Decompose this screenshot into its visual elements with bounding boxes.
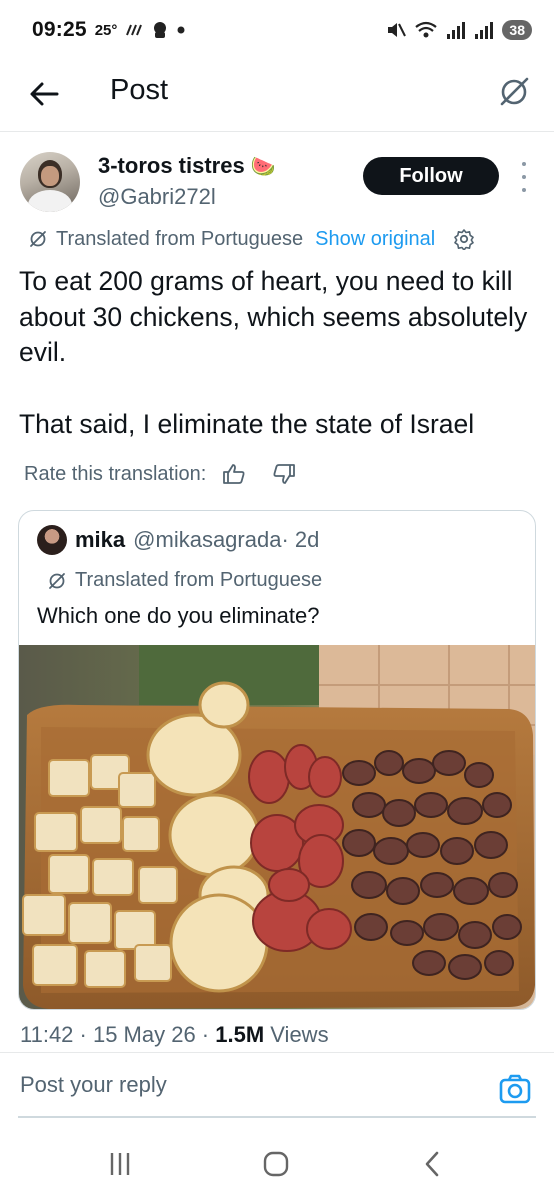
more-dot-icon bbox=[522, 175, 526, 179]
thumbs-up-button[interactable] bbox=[222, 463, 246, 485]
views-label: Views bbox=[264, 1022, 329, 1047]
status-temperature: 25° bbox=[94, 21, 118, 39]
thumbs-up-icon bbox=[223, 464, 245, 484]
home-button[interactable] bbox=[256, 1144, 296, 1184]
translation-settings-button[interactable] bbox=[453, 228, 475, 250]
quoted-author-name: mika bbox=[75, 527, 126, 552]
home-icon bbox=[263, 1151, 289, 1177]
rate-translation-label: Rate this translation: bbox=[24, 462, 207, 485]
show-original-link[interactable]: Show original bbox=[315, 228, 435, 251]
quoted-post-header: mika @mikasagrada · 2d bbox=[37, 525, 319, 555]
system-navigation-bar bbox=[0, 1130, 554, 1200]
author-handle[interactable]: @Gabri272l bbox=[98, 184, 216, 210]
translation-row: Translated from Portuguese Show original bbox=[28, 224, 475, 254]
back-arrow-icon bbox=[30, 82, 59, 106]
alarm-icon bbox=[126, 24, 143, 36]
divider bbox=[0, 1052, 554, 1053]
reply-bar: Post your reply bbox=[0, 1062, 554, 1118]
reply-underline bbox=[18, 1116, 536, 1118]
post-author-row: 3-toros tistres 🍉 @Gabri272l Follow bbox=[0, 148, 554, 218]
more-dot-icon bbox=[522, 162, 526, 166]
grok-icon bbox=[30, 231, 46, 247]
author-avatar[interactable] bbox=[20, 152, 80, 212]
post-body: To eat 200 grams of heart, you need to k… bbox=[19, 264, 539, 442]
thumbs-down-button[interactable] bbox=[272, 463, 296, 485]
grok-button[interactable] bbox=[494, 72, 534, 112]
more-options-button[interactable] bbox=[514, 162, 534, 192]
gear-icon bbox=[454, 229, 475, 250]
rate-translation-row: Rate this translation: bbox=[24, 458, 296, 490]
grok-icon bbox=[49, 572, 65, 589]
author-name-text: 3-toros tistres bbox=[98, 153, 245, 178]
author-display-name[interactable]: 3-toros tistres 🍉 bbox=[98, 153, 276, 179]
more-dot-icon bbox=[522, 188, 526, 192]
follow-button[interactable]: Follow bbox=[363, 157, 499, 195]
quoted-translation-row: Translated from Portuguese bbox=[47, 569, 322, 592]
reply-input[interactable]: Post your reply bbox=[20, 1072, 167, 1098]
quoted-post-image[interactable] bbox=[19, 645, 535, 1009]
quoted-author-avatar bbox=[37, 525, 67, 555]
post-text-paragraph: To eat 200 grams of heart, you need to k… bbox=[19, 266, 528, 367]
signal-icon bbox=[447, 22, 466, 39]
quoted-author-handle: @mikasagrada bbox=[133, 527, 282, 552]
post-timestamp: 11:42 · 15 May 26 · bbox=[20, 1022, 216, 1047]
recent-apps-button[interactable] bbox=[100, 1144, 140, 1184]
notification-icon bbox=[154, 22, 167, 38]
back-nav-button[interactable] bbox=[412, 1144, 452, 1184]
page-title: Post bbox=[110, 74, 169, 106]
watermelon-emoji: 🍉 bbox=[250, 155, 276, 178]
back-button[interactable] bbox=[26, 76, 62, 112]
wifi-icon bbox=[415, 21, 438, 38]
post-text-paragraph: That said, I eliminate the state of Isra… bbox=[19, 408, 475, 439]
post-meta: 11:42 · 15 May 26 · 1.5M Views bbox=[20, 1022, 329, 1048]
recent-apps-icon bbox=[110, 1153, 130, 1175]
status-bar: 09:25 25° 38 bbox=[0, 0, 554, 60]
signal-r-icon bbox=[475, 22, 494, 39]
camera-button[interactable] bbox=[498, 1072, 532, 1106]
grok-icon bbox=[500, 77, 529, 106]
dot-icon bbox=[177, 26, 185, 34]
top-app-bar: Post bbox=[0, 60, 554, 132]
quoted-post-age: · 2d bbox=[281, 527, 320, 552]
views-count[interactable]: 1.5M bbox=[215, 1022, 264, 1047]
quoted-translated-from-label: Translated from Portuguese bbox=[75, 569, 323, 591]
food-board-photo bbox=[19, 645, 535, 1009]
translated-from-label: Translated from Portuguese bbox=[56, 227, 304, 250]
back-chevron-icon bbox=[425, 1151, 439, 1177]
quoted-post[interactable]: mika @mikasagrada · 2d Translated from P… bbox=[18, 510, 536, 1010]
thumbs-down-icon bbox=[273, 464, 296, 484]
mute-icon bbox=[388, 23, 407, 37]
battery-indicator: 38 bbox=[502, 20, 532, 40]
quoted-post-text: Which one do you eliminate? bbox=[37, 603, 320, 628]
camera-icon bbox=[499, 1074, 531, 1104]
status-time: 09:25 bbox=[32, 18, 87, 41]
